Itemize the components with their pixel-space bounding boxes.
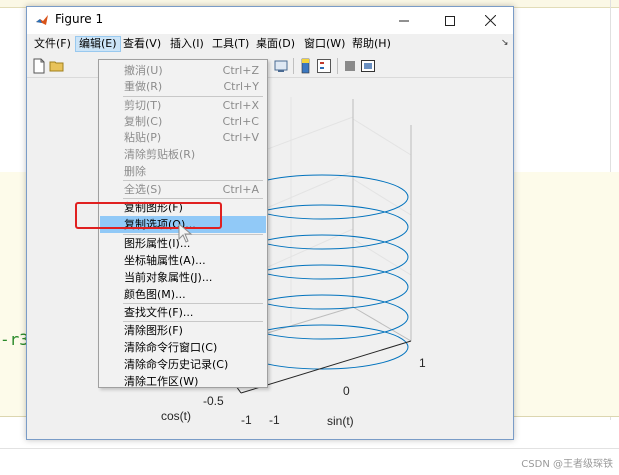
menu-item-axes-properties[interactable]: 坐标轴属性(A)... (100, 252, 266, 269)
menu-item-shortcut: Ctrl+C (222, 115, 259, 128)
editor-bottom-line (0, 448, 619, 449)
menu-item-label: 清除工作区(W) (124, 375, 199, 388)
minimize-button[interactable] (381, 7, 427, 34)
menu-item-clear-workspace[interactable]: 清除工作区(W) (100, 373, 266, 390)
mouse-cursor-icon (178, 222, 193, 243)
menu-item-clear-command-window[interactable]: 清除命令行窗口(C) (100, 339, 266, 356)
toolbar-separator (293, 58, 294, 74)
title-bar[interactable]: Figure 1 (27, 7, 513, 34)
menu-item-label: 清除命令历史记录(C) (124, 358, 229, 371)
menu-item-label: 颜色图(M)... (124, 288, 186, 301)
menu-item-copy[interactable]: 复制(C) Ctrl+C (100, 113, 266, 130)
menu-item-label: 清除命令行窗口(C) (124, 341, 218, 354)
menu-item-current-object-properties[interactable]: 当前对象属性(J)... (100, 269, 266, 286)
toolbar-separator (337, 58, 338, 74)
menu-insert[interactable]: 插入(I) (167, 36, 207, 52)
menu-item-shortcut: Ctrl+X (222, 99, 259, 112)
matlab-logo-icon (36, 15, 48, 25)
menu-item-label: 重做(R) (124, 80, 163, 93)
menu-item-clear-command-history[interactable]: 清除命令历史记录(C) (100, 356, 266, 373)
menu-item-label: 全选(S) (124, 183, 162, 196)
close-button[interactable] (467, 7, 513, 34)
menu-item-label: 坐标轴属性(A)... (124, 254, 206, 267)
open-folder-icon[interactable] (49, 58, 65, 74)
menu-item-colormap[interactable]: 颜色图(M)... (100, 286, 266, 303)
new-figure-icon[interactable] (31, 58, 47, 74)
watermark: CSDN @王者级琛铁 (521, 459, 613, 470)
dock-arrow-icon[interactable]: ↘ (501, 38, 509, 48)
menu-item-label: 清除剪贴板(R) (124, 148, 196, 161)
menu-item-clear-figure[interactable]: 清除图形(F) (100, 322, 266, 339)
close-icon (484, 15, 496, 26)
menu-help[interactable]: 帮助(H) (349, 36, 394, 52)
y-tick-label: 1 (419, 356, 426, 370)
legend-icon[interactable] (316, 58, 332, 74)
menu-item-label: 当前对象属性(J)... (124, 271, 213, 284)
y-tick-label: -1 (269, 413, 280, 427)
maximize-icon (445, 15, 455, 26)
window-title: Figure 1 (55, 12, 104, 26)
menu-item-clear-clipboard[interactable]: 清除剪贴板(R) (100, 146, 266, 163)
menu-window[interactable]: 窗口(W) (301, 36, 348, 52)
menu-item-shortcut: Ctrl+A (222, 183, 259, 196)
menu-view[interactable]: 查看(V) (120, 36, 164, 52)
minimize-icon (399, 20, 409, 21)
hide-plot-tools-icon[interactable] (342, 58, 358, 74)
menu-item-label: 查找文件(F)... (124, 306, 194, 319)
y-tick-label: 0 (343, 384, 350, 398)
menu-item-redo[interactable]: 重做(R) Ctrl+Y (100, 78, 266, 95)
menu-item-label: 删除 (124, 165, 146, 178)
menu-item-select-all[interactable]: 全选(S) Ctrl+A (100, 181, 266, 198)
x-axis-label: cos(t) (161, 409, 191, 423)
menu-item-cut[interactable]: 剪切(T) Ctrl+X (100, 97, 266, 114)
menu-item-label: 清除图形(F) (124, 324, 183, 337)
x-tick-label: -1 (241, 413, 252, 427)
y-axis-label: sin(t) (327, 414, 354, 428)
menu-tools[interactable]: 工具(T) (209, 36, 252, 52)
menu-item-undo[interactable]: 撤消(U) Ctrl+Z (100, 62, 266, 79)
menu-bar: 文件(F) 编辑(E) 查看(V) 插入(I) 工具(T) 桌面(D) 窗口(W… (27, 34, 513, 54)
annotation-highlight-box (75, 202, 222, 229)
menu-item-shortcut: Ctrl+Z (222, 64, 259, 77)
menu-item-label: 复制(C) (124, 115, 163, 128)
menu-edit[interactable]: 编辑(E) (75, 36, 121, 52)
menu-item-shortcut: Ctrl+V (222, 131, 259, 144)
menu-item-label: 粘贴(P) (124, 131, 162, 144)
menu-item-paste[interactable]: 粘贴(P) Ctrl+V (100, 129, 266, 146)
menu-item-find-files[interactable]: 查找文件(F)... (100, 304, 266, 321)
menu-item-delete[interactable]: 删除 (100, 163, 266, 180)
link-plot-icon[interactable] (273, 58, 289, 74)
menu-file[interactable]: 文件(F) (31, 36, 74, 52)
editor-code-text: -r3 (0, 330, 29, 349)
colorbar-icon[interactable] (298, 58, 314, 74)
menu-item-label: 撤消(U) (124, 64, 163, 77)
menu-item-label: 剪切(T) (124, 99, 162, 112)
menu-desktop[interactable]: 桌面(D) (253, 36, 298, 52)
menu-item-shortcut: Ctrl+Y (223, 80, 259, 93)
x-tick-label: -0.5 (203, 394, 224, 408)
show-plot-tools-icon[interactable] (360, 58, 376, 74)
